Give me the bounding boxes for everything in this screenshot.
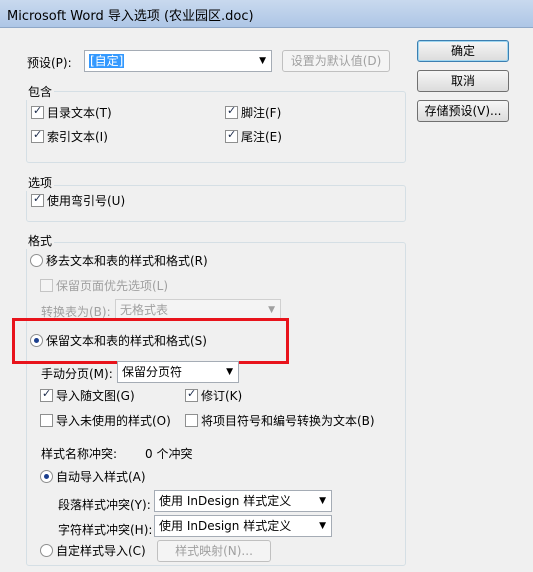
- style-conflicts-label: 样式名称冲突:: [41, 447, 118, 461]
- curly-quotes-checkbox[interactable]: [31, 192, 44, 207]
- options-group-title: 选项: [26, 174, 55, 191]
- manual-page-breaks-value: 保留分页符: [122, 365, 183, 379]
- dialog-window: Microsoft Word 导入选项 (农业园区.doc) 预设(P): [自…: [0, 0, 533, 572]
- curly-quotes-label: 使用弯引号(U): [47, 194, 126, 208]
- include-group-title: 包含: [26, 83, 55, 100]
- remove-styles-radio[interactable]: [30, 254, 43, 267]
- track-changes-checkbox[interactable]: [185, 387, 198, 402]
- track-changes-label: 修订(K): [201, 389, 243, 403]
- character-conflicts-dropdown[interactable]: 使用 InDesign 样式定义 ▼: [154, 515, 332, 537]
- convert-bullets-label: 将项目符号和编号转换为文本(B): [201, 414, 375, 428]
- chevron-down-icon: ▼: [319, 521, 326, 531]
- footnotes-label: 脚注(F): [241, 106, 282, 120]
- preserve-local-overrides-checkbox[interactable]: [40, 279, 53, 292]
- customize-import-radio[interactable]: [40, 544, 53, 557]
- style-conflicts-value: 0 个冲突: [145, 447, 193, 461]
- character-conflicts-value: 使用 InDesign 样式定义: [159, 519, 292, 533]
- index-text-label: 索引文本(I): [47, 130, 108, 144]
- title-bar[interactable]: Microsoft Word 导入选项 (农业园区.doc): [0, 0, 533, 28]
- ok-button[interactable]: 确定: [417, 40, 509, 62]
- chevron-down-icon: ▼: [226, 367, 233, 377]
- paragraph-conflicts-dropdown[interactable]: 使用 InDesign 样式定义 ▼: [154, 490, 332, 512]
- index-text-checkbox[interactable]: [31, 128, 44, 143]
- preserve-local-overrides-label: 保留页面优先选项(L): [56, 279, 169, 293]
- paragraph-conflicts-value: 使用 InDesign 样式定义: [159, 494, 292, 508]
- chevron-down-icon: ▼: [268, 305, 275, 315]
- preserve-styles-label: 保留文本和表的样式和格式(S): [46, 334, 207, 348]
- toc-text-label: 目录文本(T): [47, 106, 112, 120]
- cancel-button[interactable]: 取消: [417, 70, 509, 92]
- toc-text-checkbox[interactable]: [31, 104, 44, 119]
- convert-tables-value: 无格式表: [120, 303, 169, 317]
- auto-import-radio[interactable]: [40, 470, 53, 483]
- include-group: [26, 91, 406, 163]
- format-group-title: 格式: [26, 232, 55, 249]
- preset-label: 预设(P):: [27, 56, 72, 70]
- remove-styles-label: 移去文本和表的样式和格式(R): [46, 254, 208, 268]
- endnotes-checkbox[interactable]: [225, 128, 238, 143]
- window-title: Microsoft Word 导入选项 (农业园区.doc): [7, 9, 254, 24]
- set-default-button[interactable]: 设置为默认值(D): [282, 50, 390, 72]
- chevron-down-icon: ▼: [259, 56, 266, 66]
- dialog-body: 预设(P): [自定] ▼ 设置为默认值(D) 确定 取消 存储预设(V)...…: [0, 28, 533, 572]
- import-inline-graphics-checkbox[interactable]: [40, 387, 53, 402]
- manual-page-breaks-label: 手动分页(M):: [41, 367, 113, 381]
- manual-page-breaks-dropdown[interactable]: 保留分页符 ▼: [117, 361, 239, 383]
- import-unused-styles-label: 导入未使用的样式(O): [56, 414, 171, 428]
- paragraph-conflicts-label: 段落样式冲突(Y):: [58, 498, 151, 512]
- auto-import-label: 自动导入样式(A): [56, 470, 146, 484]
- footnotes-checkbox[interactable]: [225, 104, 238, 119]
- preset-value: [自定]: [89, 54, 125, 68]
- character-conflicts-label: 字符样式冲突(H):: [58, 523, 153, 537]
- chevron-down-icon: ▼: [319, 496, 326, 506]
- convert-bullets-checkbox[interactable]: [185, 414, 198, 427]
- import-inline-graphics-label: 导入随文图(G): [56, 389, 135, 403]
- preserve-styles-radio[interactable]: [30, 334, 43, 347]
- save-preset-button[interactable]: 存储预设(V)...: [417, 100, 509, 122]
- preset-dropdown[interactable]: [自定] ▼: [84, 50, 272, 72]
- import-unused-styles-checkbox[interactable]: [40, 414, 53, 427]
- endnotes-label: 尾注(E): [241, 130, 282, 144]
- style-mapping-button[interactable]: 样式映射(N)...: [157, 540, 271, 562]
- customize-import-label: 自定样式导入(C): [56, 544, 146, 558]
